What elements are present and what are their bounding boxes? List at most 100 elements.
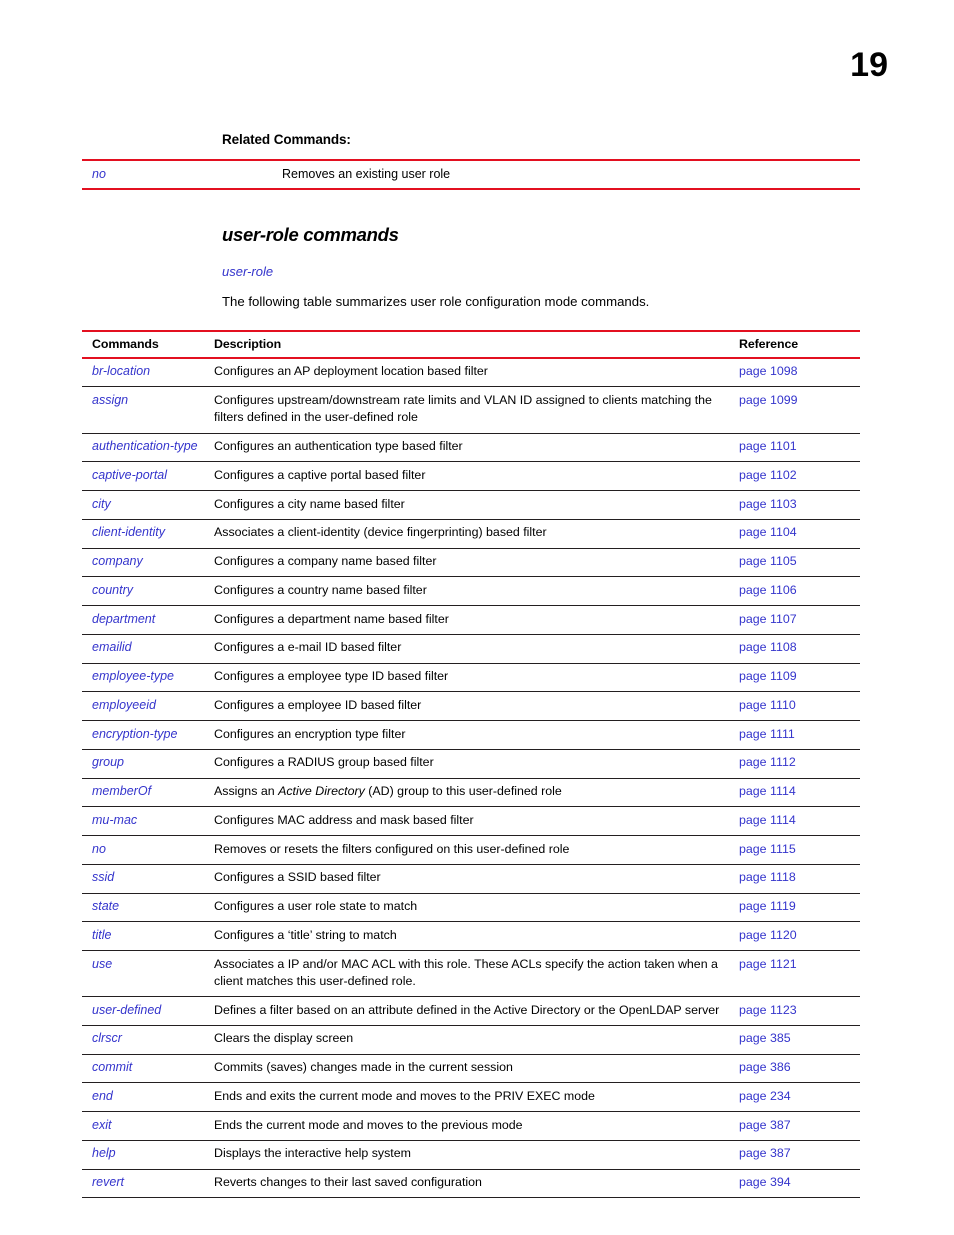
reference-cell: page 1114 [737,778,860,808]
reference-link[interactable]: page 1110 [739,698,796,712]
reference-link[interactable]: page 1114 [739,813,796,827]
reference-link[interactable]: page 394 [739,1175,791,1189]
command-link[interactable]: exit [92,1118,111,1132]
command-link[interactable]: no [92,842,106,856]
command-link[interactable]: title [92,928,111,942]
related-command-cell: no [82,161,282,189]
command-cell: assign [82,386,210,434]
command-cell: department [82,605,210,635]
command-link[interactable]: captive-portal [92,468,167,482]
reference-link[interactable]: page 1101 [739,439,797,453]
command-link[interactable]: assign [92,393,128,407]
table-row: client-identity Associates a client-ident… [82,519,860,549]
command-link[interactable]: commit [92,1060,132,1074]
reference-cell: page 1103 [737,490,860,520]
reference-link[interactable]: page 234 [739,1089,791,1103]
reference-link[interactable]: page 1109 [739,669,797,683]
command-link[interactable]: revert [92,1175,124,1189]
table-row: clrscr Clears the display screen page 385 [82,1025,860,1055]
table-row: encryption-type Configures an encryption … [82,720,860,750]
description-cell: Configures an encryption type filter [210,720,737,750]
reference-cell: page 1123 [737,996,860,1026]
reference-link[interactable]: page 1119 [739,899,796,913]
reference-link[interactable]: page 1108 [739,640,797,654]
command-link[interactable]: memberOf [92,784,151,798]
table-row: group Configures a RADIUS group based fil… [82,749,860,779]
command-link[interactable]: authentication-type [92,439,198,453]
reference-link[interactable]: page 1121 [739,957,797,971]
command-cell: title [82,921,210,952]
command-link[interactable]: use [92,957,112,971]
reference-link[interactable]: page 1120 [739,928,797,942]
command-link[interactable]: encryption-type [92,727,177,741]
command-link[interactable]: emailid [92,640,132,654]
description-emphasis: Active Directory [278,784,365,799]
table-row: revert Reverts changes to their last save… [82,1169,860,1199]
command-link[interactable]: department [92,612,155,626]
related-commands-heading: Related Commands: [222,132,351,147]
reference-link[interactable]: page 1118 [739,870,796,884]
column-header-description: Description [214,336,282,351]
command-link-no[interactable]: no [92,167,106,181]
reference-cell: page 1107 [737,605,860,635]
reference-link[interactable]: page 1123 [739,1003,797,1017]
description-cell: Displays the interactive help system [210,1140,737,1170]
reference-link[interactable]: page 1106 [739,583,797,597]
command-link[interactable]: end [92,1089,113,1103]
commands-table: Commands Description Reference br-locati… [82,329,860,1199]
command-cell: br-location [82,358,210,388]
command-cell: use [82,950,210,998]
reference-cell: page 1110 [737,691,860,722]
section-block: user-role commands user-role The followi… [222,224,860,311]
table-row: help Displays the interactive help system… [82,1140,860,1170]
description-cell: Configures a RADIUS group based filter [210,749,737,779]
reference-link[interactable]: page 1111 [739,727,795,741]
command-link[interactable]: group [92,755,124,769]
command-link[interactable]: company [92,554,143,568]
description-cell: Assigns an Active Directory (AD) group t… [210,778,737,808]
column-header-commands: Commands [92,336,159,351]
command-link[interactable]: state [92,899,119,913]
description-cell: Ends and exits the current mode and move… [210,1082,737,1113]
command-link[interactable]: mu-mac [92,813,137,827]
description-cell: Associates a client-identity (device fin… [210,519,737,549]
reference-link[interactable]: page 386 [739,1060,791,1074]
reference-cell: page 1121 [737,950,860,998]
command-link[interactable]: user-defined [92,1003,161,1017]
command-link[interactable]: city [92,497,111,511]
reference-link[interactable]: page 1114 [739,784,796,798]
table-header-row: Commands Description Reference [82,332,860,357]
reference-link[interactable]: page 1103 [739,497,797,511]
reference-link[interactable]: page 1105 [739,554,797,568]
table-row: br-location Configures an AP deployment l… [82,358,860,388]
table-row: memberOf Assigns an Active Directory (AD)… [82,778,860,808]
command-link[interactable]: country [92,583,133,597]
command-link[interactable]: client-identity [92,525,165,539]
table-row: captive-portal Configures a captive porta… [82,461,860,492]
command-link[interactable]: employeeid [92,698,156,712]
command-link[interactable]: br-location [92,364,150,378]
reference-link[interactable]: page 1112 [739,755,796,769]
description-cell: Configures a SSID based filter [210,864,737,894]
reference-link[interactable]: page 1102 [739,468,797,482]
reference-link[interactable]: page 1098 [739,364,798,378]
related-table-bottom-rule [82,188,860,191]
reference-link[interactable]: page 1107 [739,612,797,626]
reference-link[interactable]: page 1099 [739,393,798,407]
command-cell: group [82,749,210,779]
reference-link[interactable]: page 385 [739,1031,791,1045]
table-row: employeeid Configures a employee ID based… [82,691,860,722]
reference-link[interactable]: page 387 [739,1118,791,1132]
command-link[interactable]: clrscr [92,1031,122,1045]
command-link[interactable]: ssid [92,870,114,884]
command-link[interactable]: help [92,1146,116,1160]
reference-link[interactable]: page 387 [739,1146,791,1160]
command-link[interactable]: employee-type [92,669,174,683]
table-row: user-defined Defines a filter based on an… [82,996,860,1026]
reference-link[interactable]: page 1115 [739,842,796,856]
table-row: employee-type Configures a employee type … [82,663,860,693]
section-sublink-user-role[interactable]: user-role [222,264,860,279]
description-cell: Configures a employee type ID based filt… [210,663,737,693]
reference-link[interactable]: page 1104 [739,525,797,539]
related-table-body: no Removes an existing user role [82,161,860,189]
